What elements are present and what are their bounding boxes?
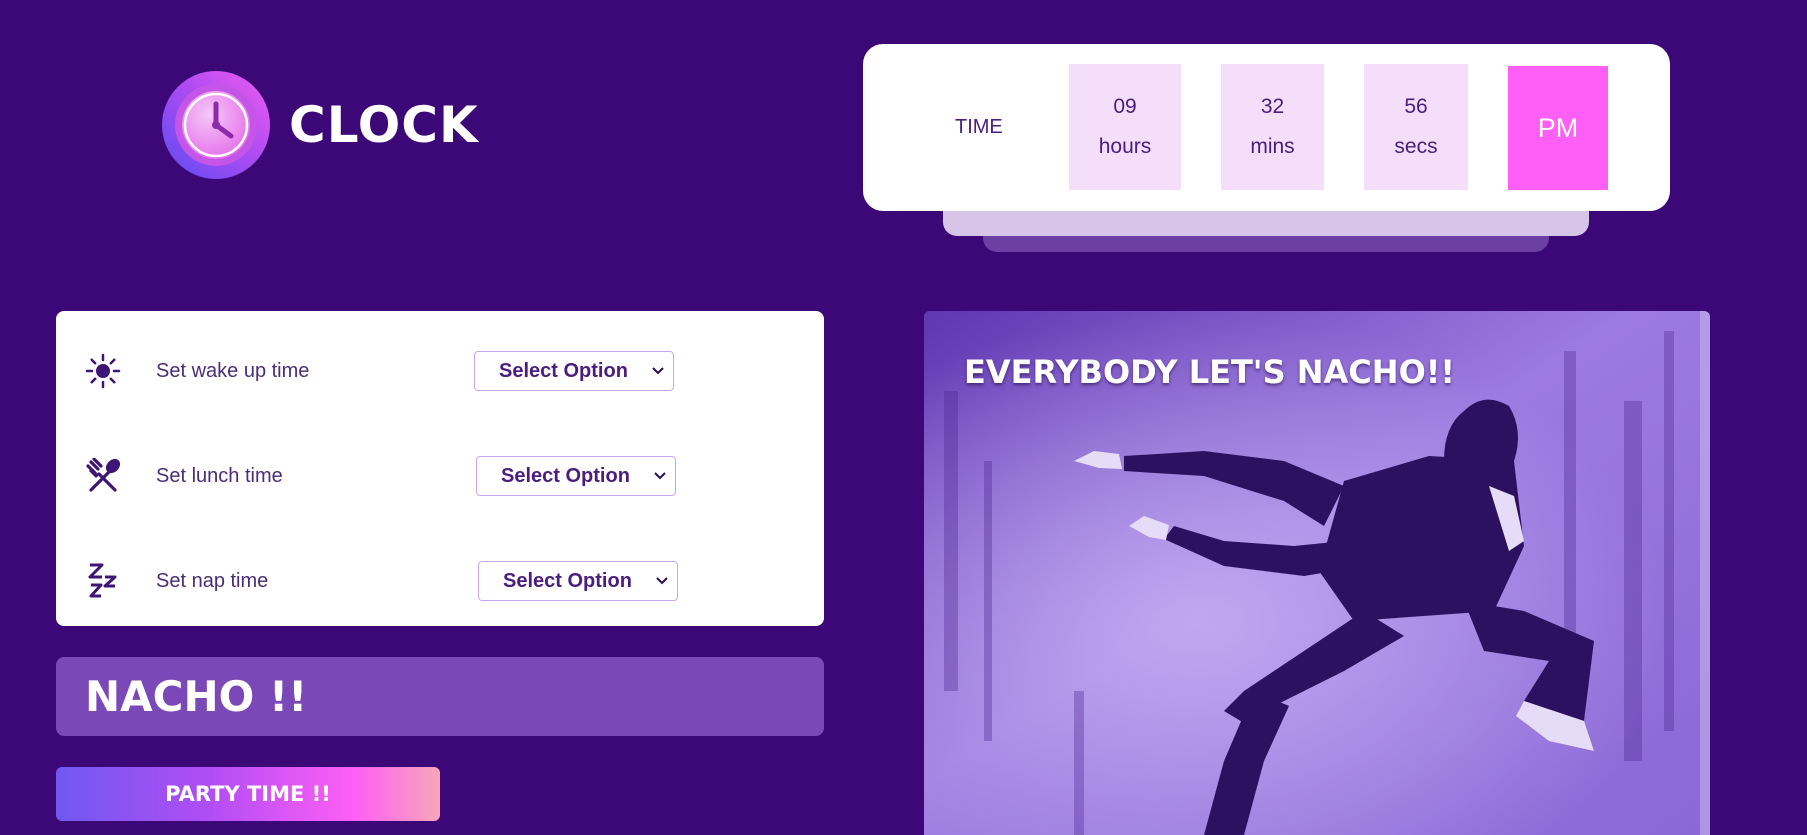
zzz-icon xyxy=(88,563,117,598)
wake-up-row: Set wake up time Select Option xyxy=(56,341,824,401)
lunch-select-value: Select Option xyxy=(501,464,630,487)
clock-icon xyxy=(162,71,270,179)
chevron-down-icon xyxy=(656,577,668,585)
fork-spoon-icon xyxy=(86,458,121,492)
mins-value: 32 xyxy=(1260,95,1285,118)
wake-up-select[interactable]: Select Option xyxy=(474,351,674,391)
logo-title: CLOCK xyxy=(289,96,479,154)
message-banner: NACHO !! xyxy=(56,657,824,736)
time-label: TIME xyxy=(955,116,1003,138)
nap-select-value: Select Option xyxy=(503,569,632,592)
logo: CLOCK xyxy=(161,70,479,180)
sun-icon xyxy=(85,353,121,389)
mins-unit: mins xyxy=(1250,135,1295,158)
secs-box: 56 secs xyxy=(1364,64,1468,190)
image-caption: EVERYBODY LET'S NACHO!! xyxy=(964,353,1455,391)
party-time-button[interactable]: PARTY TIME !! xyxy=(56,767,440,821)
secs-value: 56 xyxy=(1404,95,1428,118)
nap-label: Set nap time xyxy=(156,570,269,592)
hours-unit: hours xyxy=(1098,135,1152,158)
time-card: TIME 09 hours 32 mins 56 secs PM xyxy=(863,44,1670,211)
lunch-select[interactable]: Select Option xyxy=(476,456,676,496)
mins-box: 32 mins xyxy=(1221,64,1324,190)
message-text: NACHO !! xyxy=(85,672,308,721)
settings-card: Set wake up time Select Option Set lunch… xyxy=(56,311,824,626)
nap-row: Set nap time Select Option xyxy=(56,551,824,611)
chevron-down-icon xyxy=(654,472,666,480)
ampm-indicator: PM xyxy=(1508,66,1608,190)
nap-select[interactable]: Select Option xyxy=(478,561,678,601)
lunch-row: Set lunch time Select Option xyxy=(56,446,824,506)
dancer-image-panel: EVERYBODY LET'S NACHO!! xyxy=(924,311,1710,835)
hours-value: 09 xyxy=(1113,95,1137,118)
hours-box: 09 hours xyxy=(1069,64,1181,190)
secs-unit: secs xyxy=(1394,135,1438,158)
lunch-label: Set lunch time xyxy=(156,465,283,487)
chevron-down-icon xyxy=(652,367,664,375)
wake-up-select-value: Select Option xyxy=(499,359,628,382)
wake-up-label: Set wake up time xyxy=(156,360,310,382)
